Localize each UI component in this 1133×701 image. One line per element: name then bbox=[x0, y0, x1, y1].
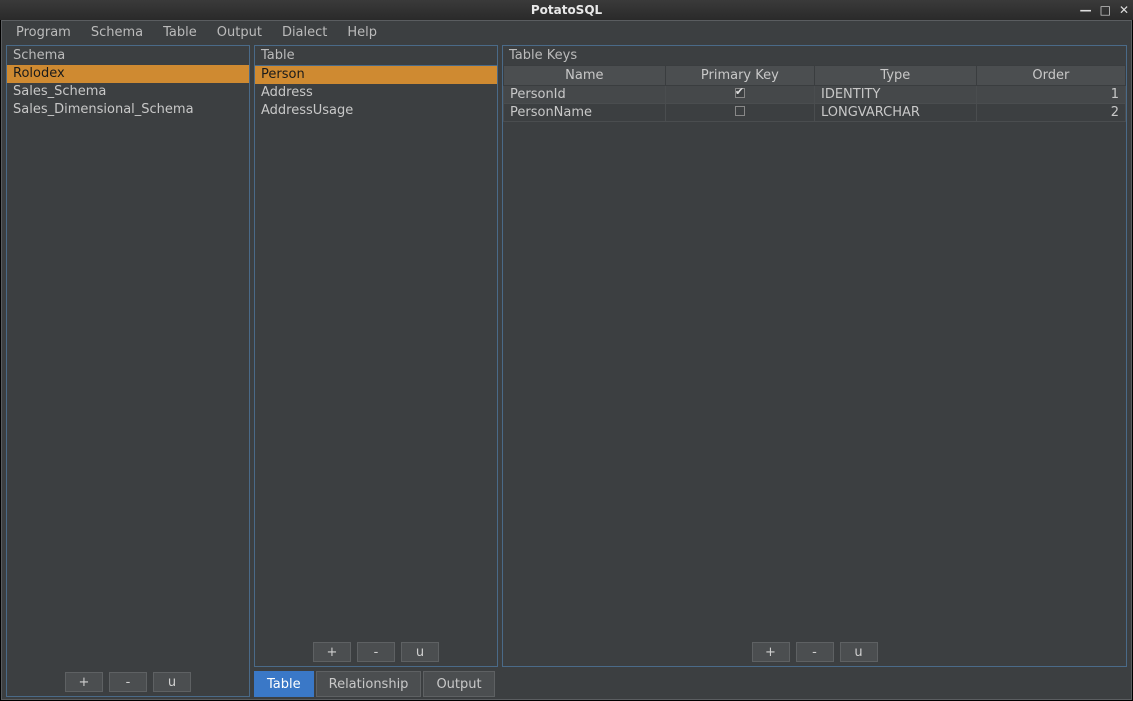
cell-order[interactable]: 1 bbox=[976, 86, 1125, 104]
app-frame: Program Schema Table Output Dialect Help… bbox=[1, 20, 1132, 700]
keys-panel: Table Keys Name bbox=[502, 45, 1127, 667]
keys-col-name[interactable]: Name bbox=[504, 66, 666, 86]
keys-panel-title: Table Keys bbox=[503, 46, 1126, 65]
table-list[interactable]: Person Address AddressUsage bbox=[255, 65, 497, 638]
table-remove-button[interactable]: - bbox=[357, 642, 395, 662]
schema-add-button[interactable]: + bbox=[65, 672, 103, 692]
menu-table[interactable]: Table bbox=[155, 23, 205, 42]
schema-item-sales-dimensional[interactable]: Sales_Dimensional_Schema bbox=[7, 101, 249, 119]
keys-col-order[interactable]: Order bbox=[976, 66, 1125, 86]
table-add-button[interactable]: + bbox=[313, 642, 351, 662]
schema-panel-title: Schema bbox=[7, 46, 249, 65]
keys-buttons: + - u bbox=[503, 638, 1126, 666]
table-item-addressusage[interactable]: AddressUsage bbox=[255, 102, 497, 120]
schema-item-sales[interactable]: Sales_Schema bbox=[7, 83, 249, 101]
workarea: Schema Rolodex Sales_Schema Sales_Dimens… bbox=[2, 43, 1131, 699]
table-item-address[interactable]: Address bbox=[255, 84, 497, 102]
menu-schema[interactable]: Schema bbox=[83, 23, 151, 42]
minimize-icon[interactable]: — bbox=[1080, 4, 1092, 16]
menu-dialect[interactable]: Dialect bbox=[274, 23, 335, 42]
schema-remove-button[interactable]: - bbox=[109, 672, 147, 692]
view-tabs: Table Relationship Output bbox=[254, 671, 1127, 697]
table-item-person[interactable]: Person bbox=[255, 66, 497, 84]
window-title: PotatoSQL bbox=[531, 3, 602, 17]
table-panel: Table Person Address AddressUsage + - u bbox=[254, 45, 498, 667]
menu-program[interactable]: Program bbox=[8, 23, 79, 42]
schema-update-button[interactable]: u bbox=[153, 672, 191, 692]
cell-pk[interactable] bbox=[665, 86, 814, 104]
schema-item-rolodex[interactable]: Rolodex bbox=[7, 65, 249, 83]
center-right: Table Person Address AddressUsage + - u … bbox=[254, 45, 1127, 697]
table-row[interactable]: PersonName LONGVARCHAR 2 bbox=[504, 104, 1126, 122]
checkbox-icon[interactable] bbox=[735, 106, 745, 116]
schema-list[interactable]: Rolodex Sales_Schema Sales_Dimensional_S… bbox=[7, 65, 249, 668]
menu-output[interactable]: Output bbox=[209, 23, 270, 42]
keys-col-type[interactable]: Type bbox=[814, 66, 976, 86]
table-row[interactable]: PersonId IDENTITY 1 bbox=[504, 86, 1126, 104]
cell-type[interactable]: LONGVARCHAR bbox=[814, 104, 976, 122]
cell-name[interactable]: PersonName bbox=[504, 104, 666, 122]
keys-col-pk[interactable]: Primary Key bbox=[665, 66, 814, 86]
schema-buttons: + - u bbox=[7, 668, 249, 696]
maximize-icon[interactable]: □ bbox=[1100, 4, 1111, 16]
tab-table[interactable]: Table bbox=[254, 671, 314, 697]
keys-table: Name Primary Key Type Order PersonId bbox=[503, 65, 1126, 122]
menubar: Program Schema Table Output Dialect Help bbox=[2, 21, 1131, 43]
menu-help[interactable]: Help bbox=[339, 23, 385, 42]
cell-order[interactable]: 2 bbox=[976, 104, 1125, 122]
window-titlebar: PotatoSQL — □ ✕ bbox=[0, 0, 1133, 20]
close-icon[interactable]: ✕ bbox=[1119, 4, 1129, 16]
checkbox-icon[interactable] bbox=[735, 88, 745, 98]
tab-relationship[interactable]: Relationship bbox=[316, 671, 422, 697]
table-buttons: + - u bbox=[255, 638, 497, 666]
top-row: Table Person Address AddressUsage + - u … bbox=[254, 45, 1127, 667]
keys-remove-button[interactable]: - bbox=[796, 642, 834, 662]
keys-add-button[interactable]: + bbox=[752, 642, 790, 662]
keys-update-button[interactable]: u bbox=[840, 642, 878, 662]
table-update-button[interactable]: u bbox=[401, 642, 439, 662]
schema-panel: Schema Rolodex Sales_Schema Sales_Dimens… bbox=[6, 45, 250, 697]
keys-table-wrap[interactable]: Name Primary Key Type Order PersonId bbox=[503, 65, 1126, 638]
cell-name[interactable]: PersonId bbox=[504, 86, 666, 104]
tab-output[interactable]: Output bbox=[423, 671, 494, 697]
cell-pk[interactable] bbox=[665, 104, 814, 122]
table-panel-title: Table bbox=[255, 46, 497, 65]
cell-type[interactable]: IDENTITY bbox=[814, 86, 976, 104]
